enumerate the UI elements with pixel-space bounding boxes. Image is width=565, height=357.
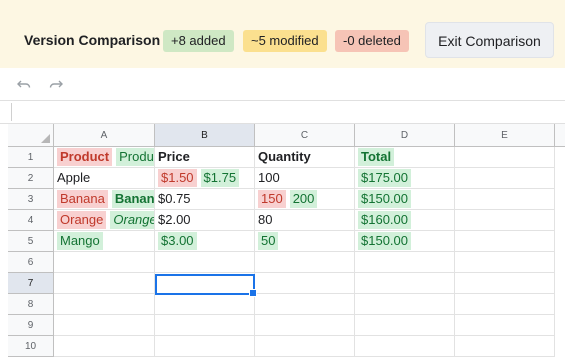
row-header-6[interactable]: 6 (8, 252, 54, 273)
added-value: Banan (111, 190, 154, 208)
modified-count-badge: ~5 modified (243, 30, 327, 52)
deleted-value: Banana (57, 190, 108, 208)
cell-e6[interactable] (455, 252, 555, 273)
formula-bar[interactable] (0, 101, 565, 124)
cell-a3[interactable]: Banana Banan (54, 189, 155, 210)
row-header-1[interactable]: 1 (8, 147, 54, 168)
added-value: 50 (258, 232, 279, 250)
deleted-value: 150 (258, 190, 286, 208)
column-header-b[interactable]: B (155, 124, 255, 147)
cell-c9[interactable] (255, 315, 355, 336)
cell-a10[interactable] (54, 336, 155, 357)
redo-icon[interactable] (48, 76, 64, 92)
cell-c2[interactable]: 100 (255, 168, 355, 189)
cell-e10[interactable] (455, 336, 555, 357)
row-header-9[interactable]: 9 (8, 315, 54, 336)
cell-d6[interactable] (355, 252, 455, 273)
added-count-badge: +8 added (163, 30, 234, 52)
cell-b8[interactable] (155, 294, 255, 315)
cell-b9[interactable] (155, 315, 255, 336)
cell-b5[interactable]: $3.00 (155, 231, 255, 252)
added-value: Mango (57, 232, 103, 250)
row-header-3[interactable]: 3 (8, 189, 54, 210)
cell-d7[interactable] (355, 273, 455, 294)
deleted-count-badge: -0 deleted (335, 30, 409, 52)
added-value: $1.75 (200, 169, 240, 187)
cell-d5[interactable]: $150.00 (355, 231, 455, 252)
cell-b1[interactable]: Price (155, 147, 255, 168)
added-value: $160.00 (358, 211, 411, 229)
cell-a8[interactable] (54, 294, 155, 315)
row-header-4[interactable]: 4 (8, 210, 54, 231)
cell-d3[interactable]: $150.00 (355, 189, 455, 210)
cell-a5[interactable]: Mango (54, 231, 155, 252)
cell-d9[interactable] (355, 315, 455, 336)
cell-d4[interactable]: $160.00 (355, 210, 455, 231)
cell-c3[interactable]: 150 200 (255, 189, 355, 210)
added-value: $150.00 (358, 190, 411, 208)
cell-e9[interactable] (455, 315, 555, 336)
cell-e5[interactable] (455, 231, 555, 252)
added-value: $175.00 (358, 169, 411, 187)
cell-b3[interactable]: $0.75 (155, 189, 255, 210)
added-value: Total (358, 148, 395, 166)
cell-a1[interactable]: Product Produ (54, 147, 155, 168)
active-cell-selection[interactable] (155, 274, 257, 297)
cell-c4[interactable]: 80 (255, 210, 355, 231)
cell-e4[interactable] (455, 210, 555, 231)
row-header-2[interactable]: 2 (8, 168, 54, 189)
cell-b2[interactable]: $1.50 $1.75 (155, 168, 255, 189)
cell-a9[interactable] (54, 315, 155, 336)
cell-c8[interactable] (255, 294, 355, 315)
comparison-title: Version Comparison (24, 32, 161, 48)
cell-d10[interactable] (355, 336, 455, 357)
added-value: 200 (289, 190, 318, 208)
formula-divider (11, 103, 12, 121)
added-value: Produ (116, 148, 154, 166)
column-header-e[interactable]: E (455, 124, 555, 147)
cell-b6[interactable] (155, 252, 255, 273)
cell-c5[interactable]: 50 (255, 231, 355, 252)
row-header-5[interactable]: 5 (8, 231, 54, 252)
row-header-7[interactable]: 7 (8, 273, 54, 294)
column-header-d[interactable]: D (355, 124, 455, 147)
added-value: $3.00 (158, 232, 197, 250)
cell-e1[interactable] (455, 147, 555, 168)
undo-icon[interactable] (16, 76, 32, 92)
cell-c10[interactable] (255, 336, 355, 357)
cell-b10[interactable] (155, 336, 255, 357)
cell-a7[interactable] (54, 273, 155, 294)
select-all-corner[interactable] (8, 124, 54, 147)
added-value: Orange (110, 211, 154, 229)
cell-b4[interactable]: $2.00 (155, 210, 255, 231)
cell-e8[interactable] (455, 294, 555, 315)
added-value: $150.00 (358, 232, 411, 250)
cell-e2[interactable] (455, 168, 555, 189)
exit-comparison-button[interactable]: Exit Comparison (425, 22, 554, 58)
column-header-c[interactable]: C (255, 124, 355, 147)
cell-e3[interactable] (455, 189, 555, 210)
row-header-10[interactable]: 10 (8, 336, 54, 357)
deleted-value: $1.50 (158, 169, 197, 187)
fill-handle[interactable] (249, 289, 257, 297)
cell-e7[interactable] (455, 273, 555, 294)
toolbar (0, 68, 565, 101)
cell-a2[interactable]: Apple (54, 168, 155, 189)
cell-a6[interactable] (54, 252, 155, 273)
cell-a4[interactable]: Orange Orange (54, 210, 155, 231)
cell-d1[interactable]: Total (355, 147, 455, 168)
column-header-a[interactable]: A (54, 124, 155, 147)
row-header-8[interactable]: 8 (8, 294, 54, 315)
column-header-f[interactable] (555, 124, 565, 147)
deleted-value: Product (57, 148, 113, 166)
cell-d2[interactable]: $175.00 (355, 168, 455, 189)
cell-c7[interactable] (255, 273, 355, 294)
deleted-value: Orange (57, 211, 107, 229)
cell-d8[interactable] (355, 294, 455, 315)
cell-c1[interactable]: Quantity (255, 147, 355, 168)
cell-c6[interactable] (255, 252, 355, 273)
corner-triangle-icon (41, 134, 50, 143)
